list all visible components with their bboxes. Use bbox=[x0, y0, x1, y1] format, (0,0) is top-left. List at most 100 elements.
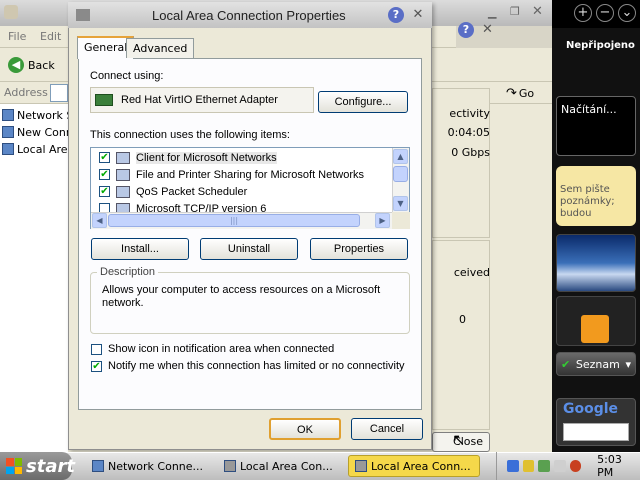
task-label: Local Area Con... bbox=[240, 459, 333, 473]
client-icon bbox=[116, 151, 130, 164]
uninstall-button[interactable]: Uninstall bbox=[200, 238, 298, 260]
loading-text: Načítání... bbox=[561, 103, 617, 116]
tab-advanced[interactable]: Advanced bbox=[126, 38, 195, 58]
task-network-connections[interactable]: Network Conne... bbox=[86, 455, 204, 477]
slideshow-gadget[interactable] bbox=[556, 234, 636, 292]
properties-button[interactable]: Properties bbox=[310, 238, 408, 260]
show-icon-option[interactable]: Show icon in notification area when conn… bbox=[91, 343, 334, 355]
back-label: Back bbox=[28, 58, 55, 72]
description-legend: Description bbox=[97, 266, 159, 278]
status-speed: 0 Gbps bbox=[451, 146, 490, 159]
network-icon bbox=[2, 126, 14, 138]
item-checkbox[interactable]: ✔ bbox=[99, 186, 110, 197]
help-button[interactable]: ? bbox=[388, 7, 404, 23]
task-label: Network Conne... bbox=[108, 459, 204, 473]
item-label: Client for Microsoft Networks bbox=[136, 151, 277, 164]
seznam-gadget[interactable]: ✔ Seznam ▾ bbox=[556, 352, 636, 376]
security-shield-icon[interactable] bbox=[522, 460, 535, 472]
list-item[interactable]: Network S bbox=[2, 107, 68, 123]
item-label: QoS Packet Scheduler bbox=[136, 185, 248, 198]
seznam-label: Seznam bbox=[575, 357, 620, 371]
menu-edit[interactable]: Edit bbox=[40, 30, 61, 43]
start-label: start bbox=[26, 455, 75, 477]
received-value: 0 bbox=[459, 313, 466, 326]
close-icon[interactable]: ✕ bbox=[532, 4, 543, 19]
list-item-label: Network S bbox=[17, 108, 68, 122]
google-search-input[interactable] bbox=[563, 423, 629, 441]
show-icon-checkbox[interactable] bbox=[91, 343, 102, 355]
add-gadget-icon[interactable]: + bbox=[574, 4, 592, 22]
notes-text: Sem pište poznámky; budou bbox=[560, 184, 615, 219]
notes-gadget[interactable]: Sem pište poznámky; budou bbox=[556, 166, 636, 226]
loading-gadget: Načítání... bbox=[556, 96, 636, 156]
items-label: This connection uses the following items… bbox=[90, 129, 290, 141]
horizontal-scroll-thumb[interactable]: ||| bbox=[108, 214, 360, 227]
adapter-name: Red Hat VirtIO Ethernet Adapter bbox=[121, 94, 278, 106]
task-label: Local Area Conn... bbox=[371, 459, 471, 473]
rss-gadget[interactable] bbox=[556, 296, 636, 346]
network-icon bbox=[355, 460, 367, 472]
checkmark-icon: ✔ bbox=[561, 357, 571, 371]
minus-icon[interactable]: − bbox=[596, 4, 614, 22]
network-icon bbox=[76, 9, 90, 21]
system-tray: 5:03 PM bbox=[496, 452, 640, 480]
list-item[interactable]: Local Area bbox=[2, 141, 68, 157]
status-connectivity: ectivity bbox=[449, 107, 490, 120]
install-button[interactable]: Install... bbox=[91, 238, 189, 260]
service-icon bbox=[116, 168, 130, 181]
list-item[interactable]: ✔ QoS Packet Scheduler bbox=[99, 183, 389, 200]
update-icon[interactable] bbox=[538, 460, 550, 472]
scroll-down-icon[interactable]: ▼ bbox=[393, 196, 408, 211]
notify-option[interactable]: ✔ Notify me when this connection has lim… bbox=[91, 360, 405, 372]
address-input[interactable] bbox=[50, 84, 68, 102]
google-logo: Google bbox=[563, 401, 619, 417]
scroll-up-icon[interactable]: ▲ bbox=[393, 149, 408, 164]
scroll-left-icon[interactable]: ◀ bbox=[92, 213, 107, 228]
clock: 5:03 PM bbox=[597, 453, 622, 479]
status-duration: 0:04:05 bbox=[447, 126, 490, 139]
adapter-field: Red Hat VirtIO Ethernet Adapter bbox=[90, 87, 314, 113]
chevron-down-icon[interactable]: ⌄ bbox=[618, 4, 636, 22]
scroll-right-icon[interactable]: ▶ bbox=[375, 213, 390, 228]
chevron-down-icon: ▾ bbox=[625, 357, 631, 371]
dialog-title: Local Area Connection Properties bbox=[152, 7, 346, 23]
item-checkbox[interactable]: ✔ bbox=[99, 169, 110, 180]
list-item-label: New Conn bbox=[17, 125, 68, 139]
minimize-icon[interactable]: ▁ bbox=[488, 6, 496, 19]
menu-file[interactable]: File bbox=[8, 30, 26, 43]
close-button[interactable]: ✕ bbox=[410, 7, 426, 23]
address-label: Address bbox=[4, 86, 48, 99]
mouse-cursor-icon: ↖ bbox=[452, 430, 466, 449]
help-icon[interactable]: ? bbox=[458, 22, 474, 38]
network-icon bbox=[224, 460, 236, 472]
list-item[interactable]: ✔ File and Printer Sharing for Microsoft … bbox=[99, 166, 389, 183]
vertical-scroll-thumb[interactable] bbox=[393, 166, 408, 182]
close-icon[interactable]: ✕ bbox=[482, 22, 493, 37]
back-button[interactable]: ◀ Back bbox=[4, 54, 68, 76]
task-local-area-properties[interactable]: Local Area Conn... bbox=[348, 455, 480, 477]
notify-checkbox[interactable]: ✔ bbox=[91, 360, 102, 372]
go-arrow-icon: ↷ bbox=[506, 85, 517, 101]
restore-icon[interactable]: ❐ bbox=[510, 5, 520, 18]
google-gadget: Google bbox=[556, 398, 636, 446]
list-item-label: Local Area bbox=[17, 142, 68, 156]
window-icon bbox=[4, 5, 18, 19]
browser-icon[interactable] bbox=[569, 460, 582, 472]
list-item[interactable]: New Conn bbox=[2, 124, 68, 140]
network-adapter-icon bbox=[95, 94, 113, 106]
item-checkbox[interactable]: ✔ bbox=[99, 152, 110, 163]
list-item[interactable]: ✔ Client for Microsoft Networks bbox=[99, 149, 389, 166]
network-tray-icon[interactable] bbox=[507, 460, 519, 472]
task-local-area-status[interactable]: Local Area Con... bbox=[218, 455, 336, 477]
back-arrow-icon: ◀ bbox=[8, 57, 24, 73]
network-icon bbox=[2, 143, 14, 155]
rss-icon bbox=[581, 315, 609, 343]
go-button[interactable]: ↷ Go bbox=[506, 84, 550, 102]
ok-button[interactable]: OK bbox=[269, 418, 341, 440]
cancel-button[interactable]: Cancel bbox=[351, 418, 423, 440]
network-status-icon[interactable] bbox=[553, 460, 566, 472]
network-icon bbox=[92, 460, 104, 472]
windows-logo-icon bbox=[6, 458, 22, 474]
configure-button[interactable]: Configure... bbox=[318, 91, 408, 113]
start-button[interactable]: start bbox=[0, 452, 75, 480]
